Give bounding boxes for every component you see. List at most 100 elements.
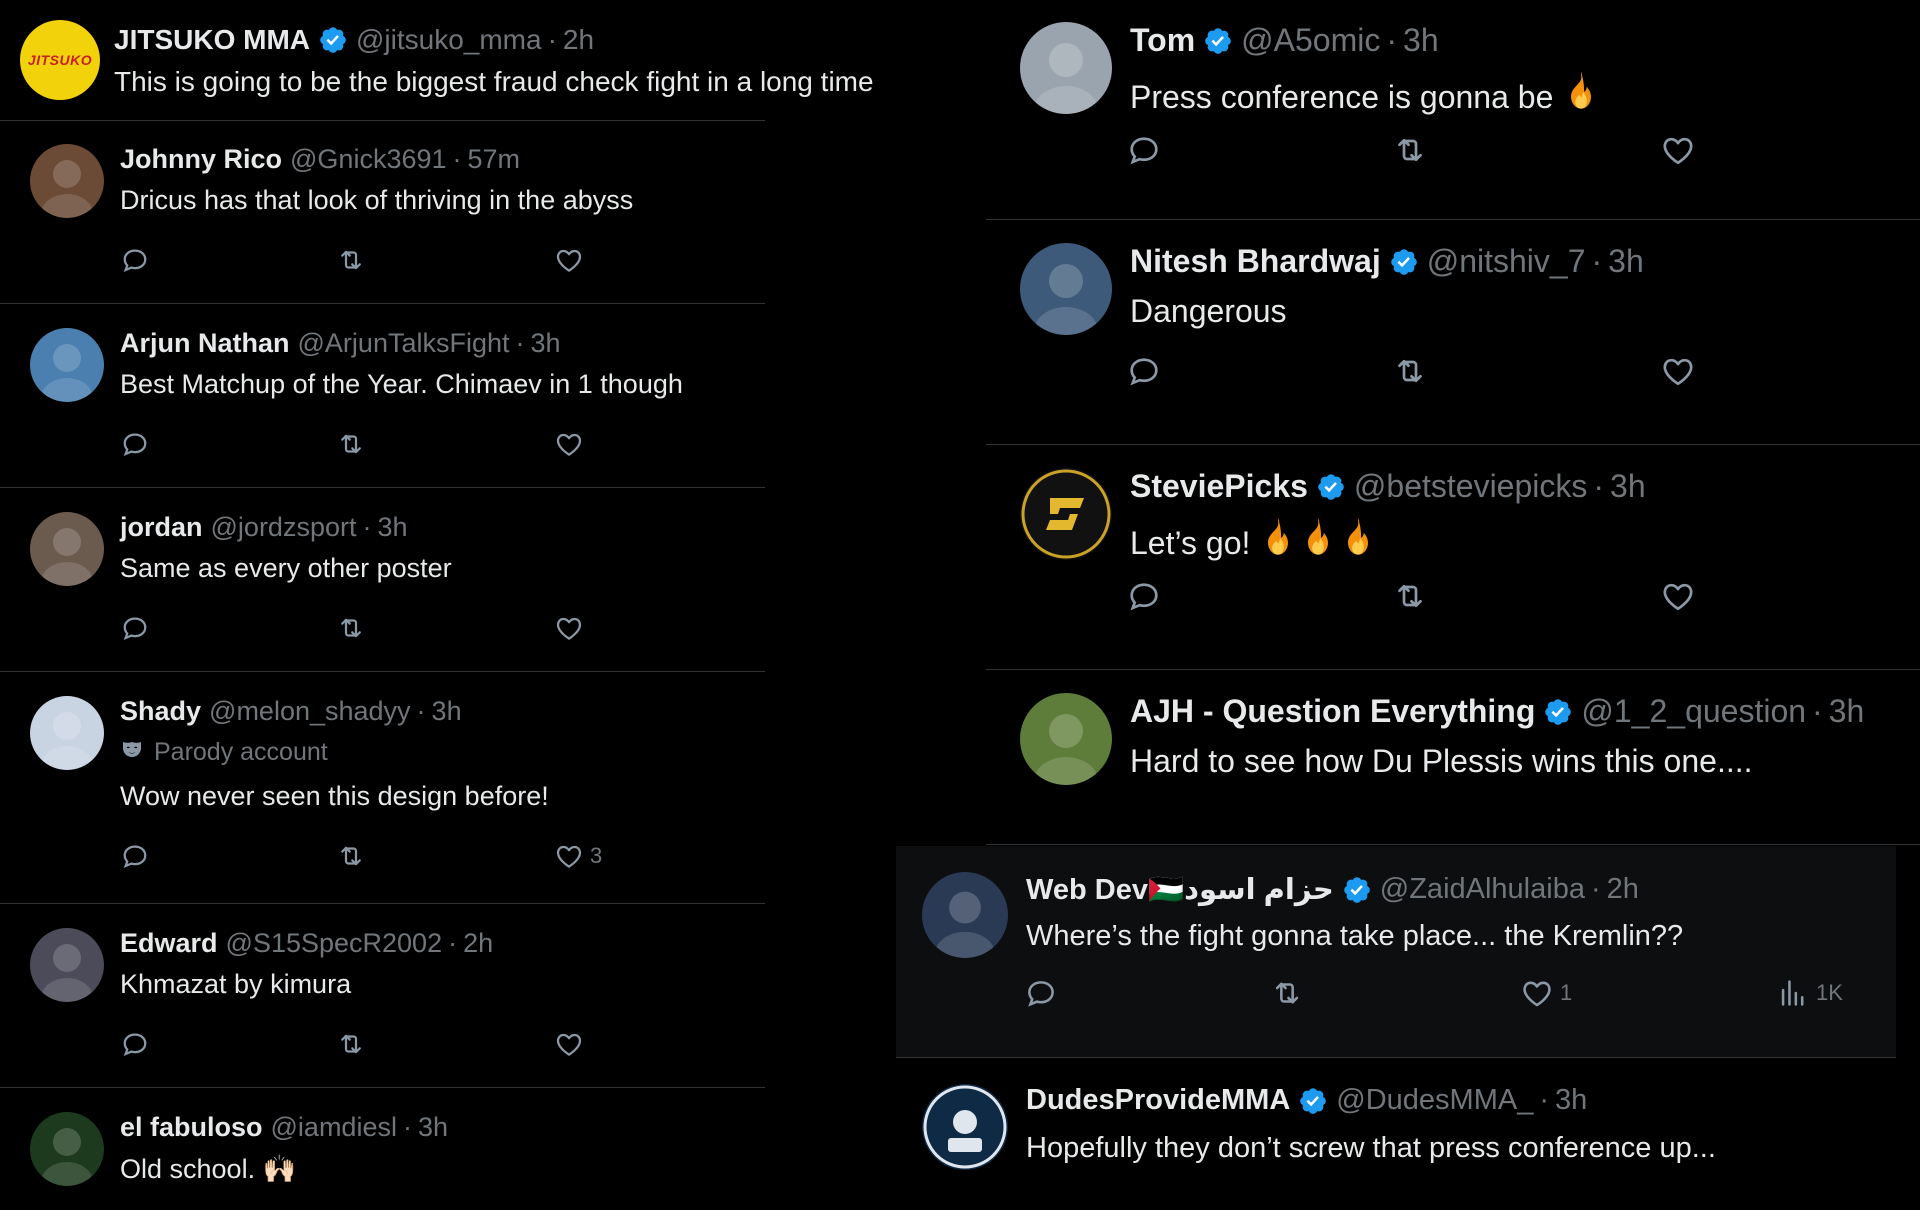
author-handle[interactable]: @Gnick3691 — [290, 144, 447, 175]
tweet-time[interactable]: 3h — [1555, 1084, 1587, 1117]
avatar[interactable]: JITSUKO — [20, 20, 100, 100]
reply-button[interactable] — [120, 245, 150, 275]
avatar[interactable] — [30, 328, 104, 402]
author-name[interactable]: Edward — [120, 928, 218, 959]
reply-button[interactable] — [1024, 976, 1058, 1010]
like-button[interactable] — [554, 429, 584, 459]
author-name[interactable]: AJH - Question Everything — [1130, 693, 1535, 730]
heart-icon — [1660, 132, 1696, 168]
author-handle[interactable]: @ZaidAlhulaiba — [1380, 873, 1585, 906]
author-handle[interactable]: @iamdiesl — [271, 1112, 397, 1143]
avatar[interactable] — [30, 928, 104, 1002]
avatar[interactable] — [30, 1112, 104, 1186]
tweet-actions — [1130, 132, 1920, 165]
author-handle[interactable]: @S15SpecR2002 — [226, 928, 443, 959]
repost-button[interactable] — [1270, 976, 1304, 1010]
reply-button[interactable] — [1126, 353, 1162, 389]
main-post[interactable]: JITSUKO JITSUKO MMA @jitsuko_mma · 2h Th… — [0, 0, 930, 120]
tweet-text-content: Dangerous — [1130, 293, 1287, 329]
tweet-time[interactable]: 3h — [377, 512, 407, 543]
repost-button[interactable] — [336, 613, 366, 643]
fire-emoji-icon — [1571, 72, 1592, 109]
tweet-time[interactable]: 3h — [432, 696, 462, 727]
avatar[interactable] — [922, 872, 1008, 958]
author-handle[interactable]: @jitsuko_mma — [356, 24, 542, 56]
author-handle[interactable]: @1_2_question — [1581, 693, 1806, 730]
author-handle[interactable]: @nitshiv_7 — [1427, 243, 1586, 280]
reply-tweet[interactable]: SteviePicks @betsteviepicks · 3h Let’s go! — [986, 446, 1920, 670]
reply-tweet[interactable]: Shady @melon_shadyy · 3h Parody account Wow n… — [0, 674, 765, 904]
tweet-time[interactable]: 3h — [418, 1112, 448, 1143]
like-button[interactable]: 1 — [1520, 976, 1572, 1010]
author-name[interactable]: DudesProvideMMA — [1026, 1084, 1290, 1117]
like-button[interactable] — [554, 245, 584, 275]
avatar[interactable] — [30, 512, 104, 586]
like-button[interactable] — [554, 1029, 584, 1059]
repost-button[interactable] — [1392, 353, 1428, 389]
author-name[interactable]: Nitesh Bhardwaj — [1130, 243, 1381, 280]
tweet-time[interactable]: 2h — [463, 928, 493, 959]
author-name[interactable]: Tom — [1130, 22, 1195, 59]
avatar[interactable] — [1020, 693, 1112, 785]
repost-button[interactable] — [1392, 132, 1428, 168]
like-button[interactable] — [1660, 132, 1696, 168]
avatar[interactable] — [30, 144, 104, 218]
reply-tweet[interactable]: Arjun Nathan @ArjunTalksFight · 3h Best Matc… — [0, 306, 765, 488]
repost-button[interactable] — [336, 429, 366, 459]
tweet-time[interactable]: 3h — [1610, 468, 1646, 505]
reply-tweet[interactable]: DudesProvideMMA @DudesMMA_ · 3h Hopefully th… — [896, 1058, 1896, 1200]
author-handle[interactable]: @jordzsport — [211, 512, 357, 543]
author-handle[interactable]: @A5omic — [1241, 22, 1380, 59]
post-header: JITSUKO MMA @jitsuko_mma · 2h — [114, 24, 595, 56]
reply-tweet[interactable]: Web Dev🇵🇸حزام اسود @ZaidAlhulaiba · 2h Where… — [896, 846, 1896, 1058]
author-name[interactable]: Arjun Nathan — [120, 328, 290, 359]
reply-tweet[interactable]: el fabuloso @iamdiesl · 3h Old school. 🙌🏻 — [0, 1090, 765, 1210]
reply-button[interactable] — [120, 1029, 150, 1059]
avatar[interactable] — [1020, 468, 1112, 560]
views-button[interactable]: 1K — [1776, 976, 1843, 1010]
tweet-time[interactable]: 3h — [531, 328, 561, 359]
reply-tweet[interactable]: Johnny Rico @Gnick3691 · 57m Dricus has that… — [0, 122, 765, 304]
author-handle[interactable]: @melon_shadyy — [209, 696, 411, 727]
tweet-time[interactable]: 2h — [1607, 873, 1639, 906]
repost-button[interactable] — [336, 1029, 366, 1059]
tweet-time[interactable]: 3h — [1829, 693, 1865, 730]
author-handle[interactable]: @DudesMMA_ — [1336, 1084, 1533, 1117]
reply-tweet[interactable]: AJH - Question Everything @1_2_question · 3… — [986, 671, 1920, 845]
repost-button[interactable] — [336, 245, 366, 275]
reply-button[interactable] — [1126, 132, 1162, 168]
reply-tweet[interactable]: Tom @A5omic · 3h Press conference is gonna b… — [986, 0, 1920, 220]
reply-button[interactable] — [120, 841, 150, 871]
reply-button[interactable] — [120, 613, 150, 643]
author-name[interactable]: Shady — [120, 696, 201, 727]
avatar[interactable] — [1020, 243, 1112, 335]
author-name[interactable]: el fabuloso — [120, 1112, 263, 1143]
author-name[interactable]: SteviePicks — [1130, 468, 1308, 505]
repost-button[interactable] — [336, 841, 366, 871]
tweet-text-content: Same as every other poster — [120, 553, 452, 583]
tweet-time[interactable]: 3h — [1403, 22, 1439, 59]
avatar[interactable] — [30, 696, 104, 770]
author-handle[interactable]: @ArjunTalksFight — [298, 328, 510, 359]
reply-button[interactable] — [1126, 578, 1162, 614]
reply-tweet[interactable]: jordan @jordzsport · 3h Same as every other … — [0, 490, 765, 672]
like-button[interactable] — [1660, 353, 1696, 389]
tweet-text: Let’s go! — [1130, 518, 1378, 562]
author-name[interactable]: Web Dev🇵🇸حزام اسود — [1026, 872, 1334, 907]
author-handle[interactable]: @betsteviepicks — [1354, 468, 1587, 505]
tweet-time[interactable]: 57m — [468, 144, 521, 175]
reply-tweet[interactable]: Edward @S15SpecR2002 · 2h Khmazat by kimura — [0, 906, 765, 1088]
reply-tweet[interactable]: Nitesh Bhardwaj @nitshiv_7 · 3h Dangerous — [986, 221, 1920, 445]
avatar[interactable] — [922, 1084, 1008, 1170]
like-button[interactable]: 3 — [554, 841, 602, 871]
tweet-time[interactable]: 3h — [1608, 243, 1644, 280]
author-name[interactable]: JITSUKO MMA — [114, 24, 310, 56]
repost-button[interactable] — [1392, 578, 1428, 614]
author-name[interactable]: jordan — [120, 512, 203, 543]
like-button[interactable] — [554, 613, 584, 643]
reply-button[interactable] — [120, 429, 150, 459]
like-button[interactable] — [1660, 578, 1696, 614]
avatar[interactable] — [1020, 22, 1112, 114]
post-time[interactable]: 2h — [563, 24, 594, 56]
author-name[interactable]: Johnny Rico — [120, 144, 282, 175]
